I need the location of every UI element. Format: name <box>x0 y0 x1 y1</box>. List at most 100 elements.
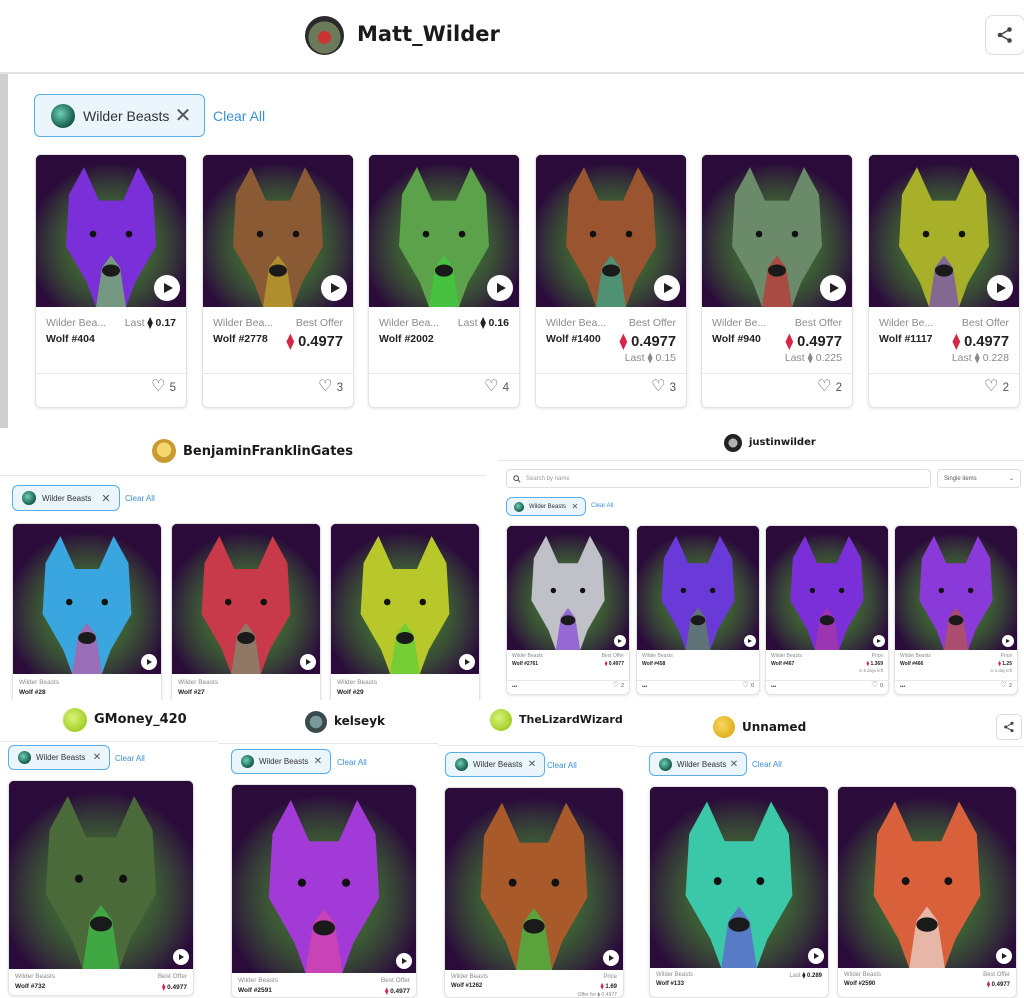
search-input[interactable]: Search by name <box>506 469 931 488</box>
favorite-button[interactable]: ♡ 0 <box>871 680 883 689</box>
play-button[interactable] <box>396 953 412 969</box>
avatar[interactable] <box>152 439 176 463</box>
close-icon[interactable]: ✕ <box>92 752 102 763</box>
avatar[interactable] <box>713 716 735 738</box>
nft-image[interactable] <box>869 155 1019 307</box>
nft-card[interactable]: Wilder Beasts Wolf #466 Price ⧫ 1.25 ⊙ a da… <box>894 525 1018 695</box>
nft-image[interactable] <box>203 155 353 307</box>
clear-all-link[interactable]: Clear All <box>752 760 782 769</box>
nft-card[interactable]: Wilder Be... Wolf #940 Best Offer ⧫ 0.4977 L… <box>701 154 853 408</box>
avatar[interactable] <box>305 16 344 55</box>
filter-chip[interactable]: Wilder Beasts ✕ <box>649 752 747 776</box>
nft-image[interactable] <box>838 787 1016 968</box>
play-button[interactable] <box>654 275 680 301</box>
item-type-select[interactable]: Single items ⌄ <box>937 469 1021 488</box>
play-button[interactable] <box>996 948 1012 964</box>
share-button[interactable] <box>996 714 1022 740</box>
nft-image[interactable] <box>650 787 828 968</box>
clear-all-link[interactable]: Clear All <box>337 758 367 767</box>
nft-image[interactable] <box>536 155 686 307</box>
play-button[interactable] <box>987 275 1013 301</box>
filter-chip[interactable]: Wilder Beasts ✕ <box>12 485 120 511</box>
play-button[interactable] <box>1002 635 1014 647</box>
close-icon[interactable]: ✕ <box>174 103 192 128</box>
share-button[interactable] <box>985 15 1024 55</box>
nft-card[interactable]: Wilder Beasts Wolf #2591 Best Offer ⧫ 0.49… <box>231 784 417 998</box>
play-button[interactable] <box>487 275 513 301</box>
filter-chip[interactable]: Wilder Beasts ✕ <box>8 745 110 770</box>
nft-card[interactable]: Wilder Beasts Wolf #1262 Price ⧫ 1.69 Offer… <box>444 787 624 998</box>
filter-chip[interactable]: Wilder Beasts ✕ <box>445 752 545 777</box>
play-button[interactable] <box>154 275 180 301</box>
nft-image[interactable] <box>36 155 186 307</box>
favorite-button[interactable]: ♡ 2 <box>612 680 624 689</box>
nft-image[interactable] <box>232 785 416 973</box>
play-button[interactable] <box>808 948 824 964</box>
avatar[interactable] <box>305 711 327 733</box>
nft-image[interactable] <box>445 788 623 970</box>
favorite-button[interactable]: ♡ 4 <box>484 376 509 396</box>
favorite-button[interactable]: ♡ 2 <box>817 376 842 396</box>
nft-card[interactable]: Wilder Beasts Wolf #133 Last ⧫ 0.289 <box>649 786 829 998</box>
filter-chip[interactable]: Wilder Beasts ✕ <box>231 749 331 774</box>
clear-all-link[interactable]: Clear All <box>125 494 155 503</box>
play-button[interactable] <box>603 950 619 966</box>
more-options-button[interactable]: ••• <box>642 684 647 690</box>
nft-image[interactable] <box>507 526 629 650</box>
nft-image[interactable] <box>9 781 193 969</box>
nft-image[interactable] <box>172 524 320 674</box>
play-button[interactable] <box>820 275 846 301</box>
nft-card[interactable]: Wilder Beasts Wolf #458 ••• ♡ 0 <box>636 525 760 695</box>
nft-card[interactable]: Wilder Bea... Wolf #404 Last ⧫ 0.17 ♡ 5 <box>35 154 187 408</box>
nft-card[interactable]: Wilder Bea... Wolf #2002 Last ⧫ 0.16 ♡ 4 <box>368 154 520 408</box>
favorite-button[interactable]: ♡ 5 <box>151 376 176 396</box>
favorite-button[interactable]: ♡ 0 <box>742 680 754 689</box>
nft-card[interactable]: Wilder Beasts Wolf #2761 Best Offer ⧫ 0.49… <box>506 525 630 695</box>
nft-image[interactable] <box>13 524 161 674</box>
nft-card[interactable]: Wilder Beasts Wolf #28 <box>12 523 162 700</box>
nft-card[interactable]: Wilder Beasts Wolf #732 Best Offer ⧫ 0.497… <box>8 780 194 996</box>
close-icon[interactable]: ✕ <box>571 502 579 511</box>
more-options-button[interactable]: ••• <box>512 684 517 690</box>
clear-all-link[interactable]: Clear All <box>591 503 613 509</box>
play-button[interactable] <box>459 654 475 670</box>
play-button[interactable] <box>321 275 347 301</box>
play-button[interactable] <box>744 635 756 647</box>
favorite-button[interactable]: ♡ 3 <box>318 376 343 396</box>
play-button[interactable] <box>173 949 189 965</box>
play-button[interactable] <box>614 635 626 647</box>
close-icon[interactable]: ✕ <box>527 759 537 770</box>
play-button[interactable] <box>873 635 885 647</box>
clear-all-link[interactable]: Clear All <box>115 754 145 763</box>
nft-card[interactable]: Wilder Bea... Wolf #1400 Best Offer ⧫ 0.497… <box>535 154 687 408</box>
nft-image[interactable] <box>637 526 759 650</box>
nft-card[interactable]: Wilder Bea... Wolf #2778 Best Offer ⧫ 0.497… <box>202 154 354 408</box>
close-icon[interactable]: ✕ <box>729 759 739 770</box>
filter-chip[interactable]: Wilder Beasts ✕ <box>34 94 205 137</box>
nft-card[interactable]: Wilder Beasts Wolf #467 Price ⧫ 1.369 ⊙ 5 d… <box>765 525 889 695</box>
close-icon[interactable]: ✕ <box>101 492 111 505</box>
avatar[interactable] <box>724 434 742 452</box>
favorite-button[interactable]: ♡ 3 <box>651 376 676 396</box>
nft-image[interactable] <box>331 524 479 674</box>
filter-chip[interactable]: Wilder Beasts ✕ <box>506 497 586 516</box>
close-icon[interactable]: ✕ <box>313 756 323 767</box>
clear-all-link[interactable]: Clear All <box>547 761 577 770</box>
more-options-button[interactable]: ••• <box>771 684 776 690</box>
avatar[interactable] <box>490 709 512 731</box>
nft-card[interactable]: Wilder Beasts Wolf #29 <box>330 523 480 700</box>
avatar[interactable] <box>63 708 87 732</box>
nft-image[interactable] <box>766 526 888 650</box>
nft-image[interactable] <box>895 526 1017 650</box>
clear-all-link[interactable]: Clear All <box>213 108 265 124</box>
nft-image[interactable] <box>369 155 519 307</box>
play-button[interactable] <box>300 654 316 670</box>
favorite-button[interactable]: ♡ 2 <box>1000 680 1012 689</box>
nft-image[interactable] <box>702 155 852 307</box>
nft-card[interactable]: Wilder Beasts Wolf #2590 Best Offer ⧫ 0.49… <box>837 786 1017 998</box>
favorite-button[interactable]: ♡ 2 <box>984 376 1009 396</box>
nft-card[interactable]: Wilder Be... Wolf #1117 Best Offer ⧫ 0.4977… <box>868 154 1020 408</box>
more-options-button[interactable]: ••• <box>900 684 905 690</box>
play-button[interactable] <box>141 654 157 670</box>
nft-card[interactable]: Wilder Beasts Wolf #27 <box>171 523 321 700</box>
